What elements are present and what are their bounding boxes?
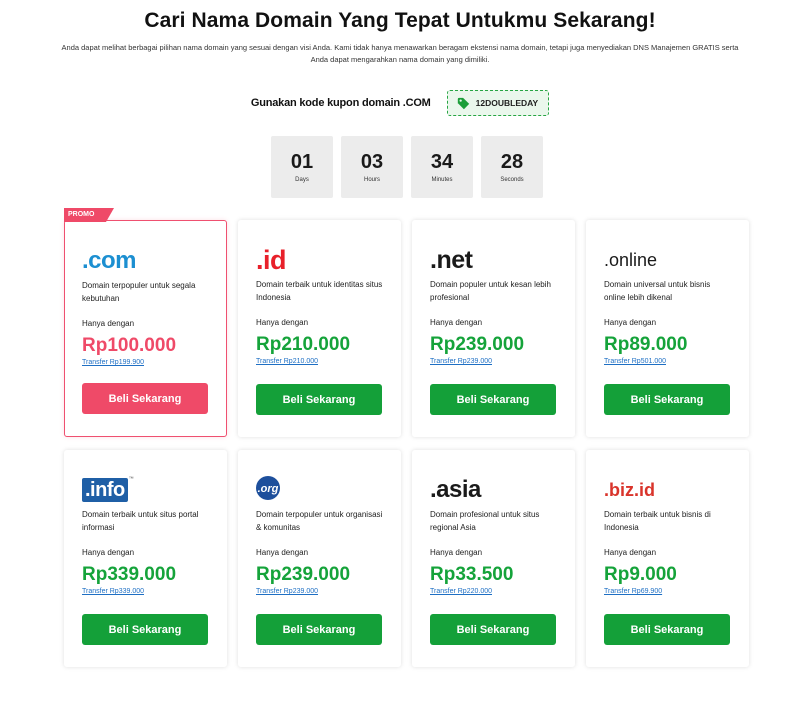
promo-badge: PROMO [64, 208, 114, 222]
transfer-link[interactable]: Transfer Rp220.000 [430, 588, 557, 595]
domain-description: Domain populer untuk kesan lebih profesi… [430, 280, 551, 302]
domain-logo-online: .online [604, 242, 731, 272]
domain-price: Rp89.000 [604, 334, 688, 355]
countdown-seconds: 28 Seconds [481, 136, 543, 198]
transfer-link[interactable]: Transfer Rp210.000 [256, 358, 383, 365]
price-prefix: Hanya dengan [604, 548, 657, 557]
buy-button[interactable]: Beli Sekarang [430, 614, 556, 645]
domain-card-asia: .asia Domain profesional untuk situs reg… [412, 450, 575, 667]
domain-ext: .biz.id [604, 480, 655, 500]
domain-ext: .id [256, 245, 287, 275]
price-prefix: Hanya dengan [82, 319, 135, 328]
domain-description: Domain terbaik untuk situs portal inform… [82, 510, 199, 532]
domain-ext: .online [604, 250, 658, 270]
domain-price: Rp239.000 [430, 334, 525, 355]
domain-logo-org: .org [256, 472, 383, 502]
domain-grid: PROMO .com Domain terpopuler untuk segal… [64, 208, 750, 667]
buy-button[interactable]: Beli Sekarang [256, 384, 382, 415]
countdown-timer: 01 Days 03 Hours 34 Minutes 28 Seconds [271, 136, 543, 198]
countdown-label: Days [295, 177, 309, 183]
domain-description: Domain terpopuler untuk organisasi & kom… [256, 510, 383, 532]
countdown-hours: 03 Hours [341, 136, 403, 198]
buy-button[interactable]: Beli Sekarang [604, 614, 730, 645]
tag-icon [457, 97, 469, 109]
domain-price: Rp33.500 [430, 564, 514, 585]
org-logo: .org [256, 476, 280, 500]
domain-ext: .info [82, 478, 128, 502]
domain-price: Rp100.000 [82, 335, 177, 356]
domain-logo-bizid: .biz.id [604, 472, 731, 502]
buy-button[interactable]: Beli Sekarang [430, 384, 556, 415]
transfer-link[interactable]: Transfer Rp239.000 [256, 588, 383, 595]
countdown-value: 34 [430, 151, 454, 173]
domain-description: Domain universal untuk bisnis online leb… [604, 280, 711, 302]
domain-card-com: PROMO .com Domain terpopuler untuk segal… [64, 208, 227, 437]
domain-ext: .asia [430, 476, 481, 503]
domain-logo-net: .net [430, 242, 557, 274]
domain-logo-com: .com [82, 243, 209, 273]
domain-price: Rp339.000 [82, 564, 177, 585]
countdown-value: 28 [500, 151, 524, 173]
coupon-code-button[interactable]: 12DOUBLEDAY [446, 90, 550, 116]
coupon-code-text: 12DOUBLEDAY [475, 98, 539, 108]
price-prefix: Hanya dengan [256, 318, 309, 327]
countdown-label: Minutes [431, 177, 453, 183]
buy-button[interactable]: Beli Sekarang [256, 614, 382, 645]
trademark-mark: ™ [128, 476, 134, 482]
price-prefix: Hanya dengan [604, 318, 657, 327]
page-title: Cari Nama Domain Yang Tepat Untukmu Seka… [144, 9, 656, 32]
domain-description: Domain terbaik untuk identitas situs Ind… [256, 280, 383, 302]
domain-card-org: .org Domain terpopuler untuk organisasi … [238, 450, 401, 667]
domain-logo-info: .info ™ [82, 472, 209, 502]
buy-button[interactable]: Beli Sekarang [82, 614, 208, 645]
domain-price: Rp9.000 [604, 564, 677, 585]
domain-logo-id: .id [256, 242, 383, 275]
countdown-value: 01 [290, 151, 314, 173]
buy-button[interactable]: Beli Sekarang [82, 383, 208, 414]
domain-card-net: .net Domain populer untuk kesan lebih pr… [412, 220, 575, 437]
price-prefix: Hanya dengan [430, 318, 483, 327]
countdown-minutes: 34 Minutes [411, 136, 473, 198]
domain-ext: .com [82, 247, 137, 274]
domain-ext: .net [430, 246, 473, 274]
countdown-label: Hours [363, 177, 380, 183]
transfer-link[interactable]: Transfer Rp501.000 [604, 358, 731, 365]
countdown-value: 03 [360, 151, 384, 173]
domain-description: Domain profesional untuk situs regional … [430, 510, 540, 532]
domain-price: Rp210.000 [256, 334, 351, 355]
coupon-text: Gunakan kode kupon domain .COM [250, 97, 431, 109]
transfer-link[interactable]: Transfer Rp69.900 [604, 588, 731, 595]
domain-card-online: .online Domain universal untuk bisnis on… [586, 220, 749, 437]
page-subtitle: Anda dapat melihat berbagai pilihan nama… [61, 43, 739, 64]
price-prefix: Hanya dengan [430, 548, 483, 557]
domain-card-info: .info ™ Domain terbaik untuk situs porta… [64, 450, 227, 667]
price-prefix: Hanya dengan [82, 548, 135, 557]
countdown-days: 01 Days [271, 136, 333, 198]
countdown-label: Seconds [500, 177, 524, 183]
domain-ext: .org [257, 483, 279, 495]
domain-logo-asia: .asia [430, 472, 557, 502]
domain-price: Rp239.000 [256, 564, 351, 585]
transfer-link[interactable]: Transfer Rp239.000 [430, 358, 557, 365]
transfer-link[interactable]: Transfer Rp199.900 [82, 359, 209, 366]
domain-description: Domain terbaik untuk bisnis di Indonesia [604, 510, 711, 532]
transfer-link[interactable]: Transfer Rp339.000 [82, 588, 209, 595]
price-prefix: Hanya dengan [256, 548, 309, 557]
buy-button[interactable]: Beli Sekarang [604, 384, 730, 415]
domain-description: Domain terpopuler untuk segala kebutuhan [82, 281, 196, 303]
domain-card-bizid: .biz.id Domain terbaik untuk bisnis di I… [586, 450, 749, 667]
coupon-row: Gunakan kode kupon domain .COM 12DOUBLED… [0, 90, 800, 116]
domain-card-id: .id Domain terbaik untuk identitas situs… [238, 220, 401, 437]
